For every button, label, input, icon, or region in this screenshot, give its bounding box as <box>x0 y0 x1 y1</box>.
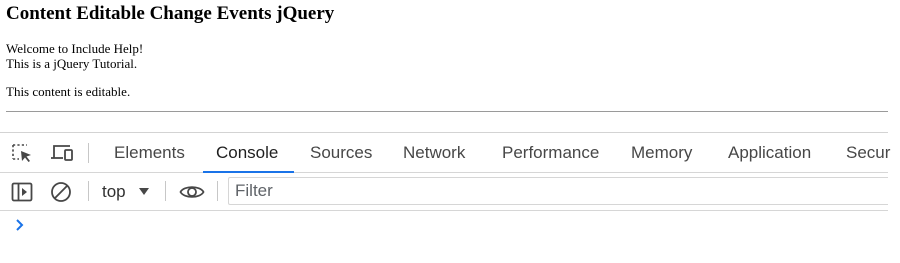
device-toolbar-icon[interactable] <box>50 143 74 163</box>
live-expression-eye-icon[interactable] <box>179 183 205 201</box>
devtools-tabbar: Elements Console Sources Network Perform… <box>0 133 890 173</box>
intro-paragraph: Welcome to Include Help! This is a jQuer… <box>6 41 143 71</box>
welcome-line: Welcome to Include Help! <box>6 41 144 56</box>
devtools-panel: Elements Console Sources Network Perform… <box>0 132 890 263</box>
console-prompt-chevron-icon <box>16 219 24 231</box>
page-title: Content Editable Change Events jQuery <box>6 3 335 24</box>
tab-sources[interactable]: Sources <box>310 133 372 172</box>
console-toolbar: top <box>0 173 888 211</box>
tab-network[interactable]: Network <box>403 133 465 172</box>
tab-console[interactable]: Console <box>202 133 295 173</box>
editable-content[interactable]: This content is editable. <box>6 84 130 99</box>
tab-separator <box>88 143 89 163</box>
toolbar-separator <box>88 181 89 201</box>
show-console-sidebar-icon[interactable] <box>11 182 33 202</box>
tutorial-line: This is a jQuery Tutorial. <box>6 56 138 71</box>
toolbar-separator <box>217 181 218 201</box>
page-divider <box>6 111 888 112</box>
tab-performance[interactable]: Performance <box>502 133 599 172</box>
context-selector[interactable]: top <box>102 173 126 211</box>
inspect-element-icon[interactable] <box>11 143 33 163</box>
clear-console-icon[interactable] <box>50 181 72 203</box>
tab-elements[interactable]: Elements <box>114 133 185 172</box>
dropdown-arrow-icon[interactable] <box>138 187 150 196</box>
tab-application[interactable]: Application <box>728 133 811 172</box>
tab-security[interactable]: Secur <box>846 133 890 172</box>
tab-memory[interactable]: Memory <box>631 133 692 172</box>
filter-input[interactable] <box>228 177 888 205</box>
toolbar-separator <box>165 181 166 201</box>
